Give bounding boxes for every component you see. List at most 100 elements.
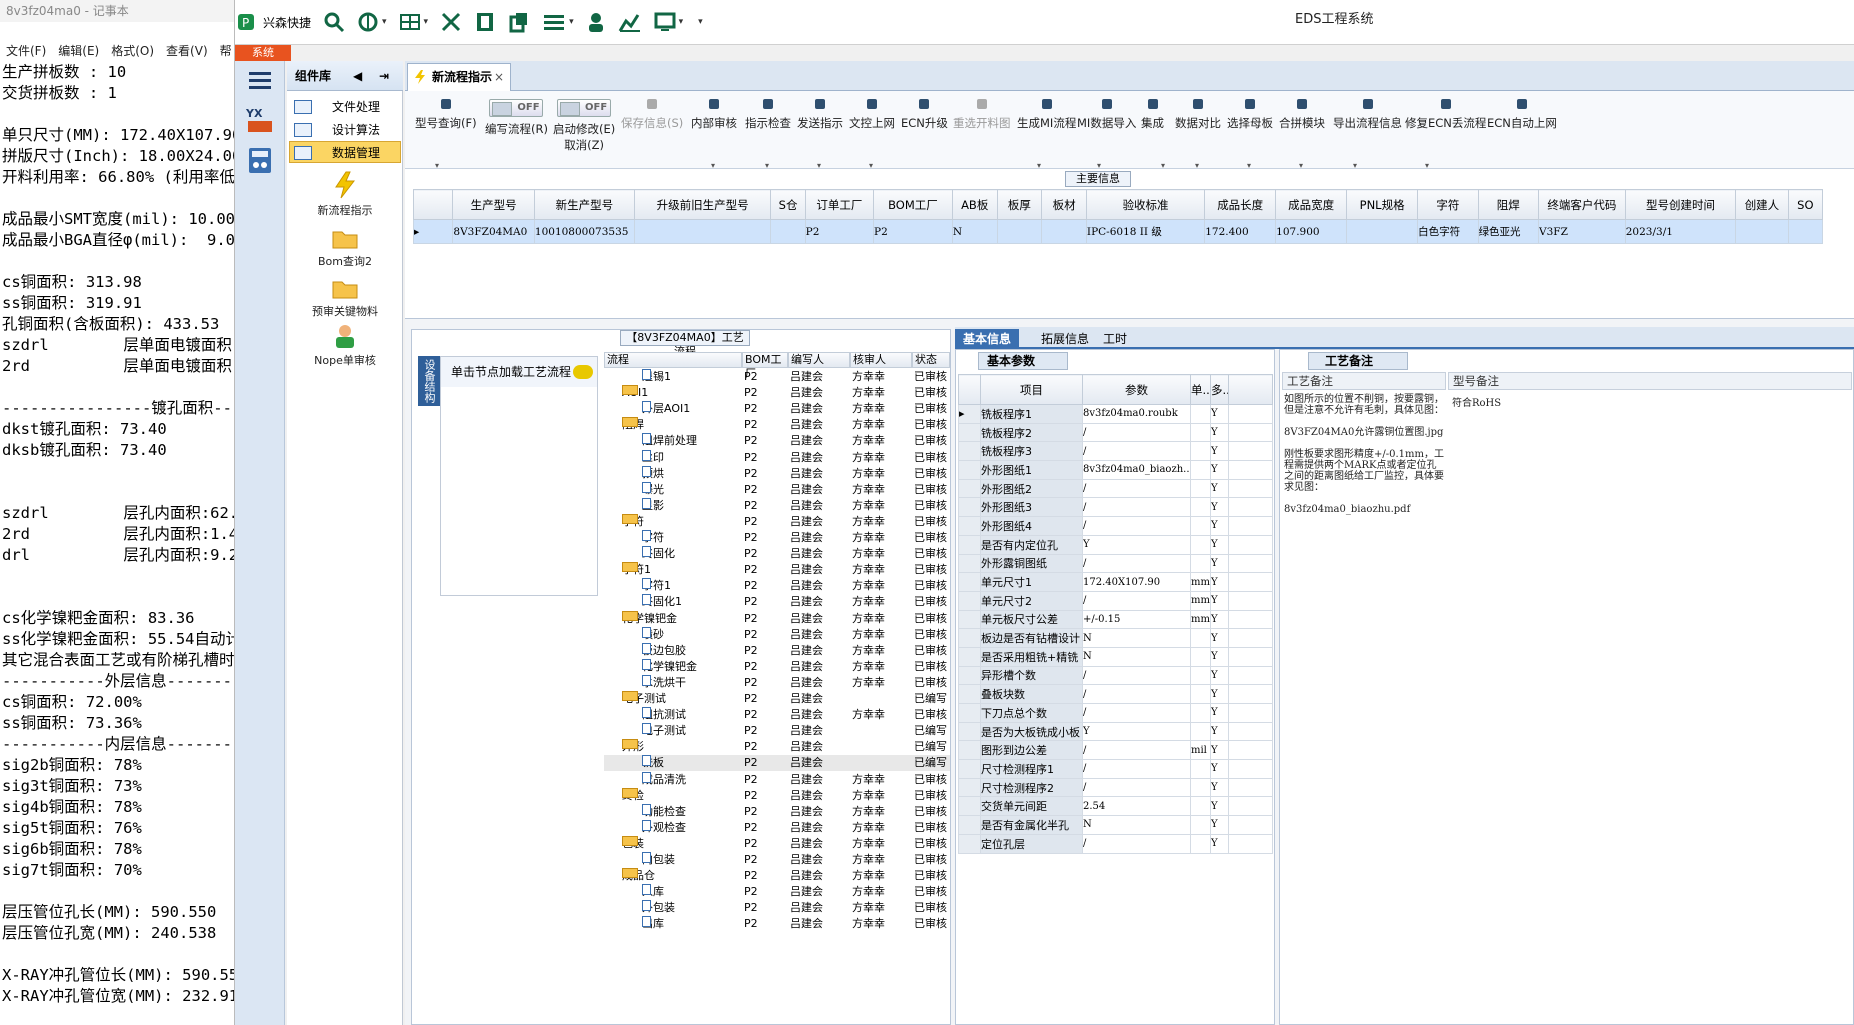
file-processing-button[interactable]: 文件处理	[289, 95, 401, 117]
tree-row[interactable]: 阻焊前处理 P2 吕建会 方幸幸 已审核	[604, 433, 950, 449]
tree-group-row[interactable]: −化学镍钯金P2 吕建会 方幸幸 已审核	[604, 610, 950, 627]
tree-row[interactable]: 入库 P2 吕建会 方幸幸 已审核	[604, 884, 950, 900]
param-value[interactable]: Y	[1082, 534, 1191, 555]
param-value[interactable]: N	[1082, 646, 1191, 667]
ribbon-button[interactable]: 指示检查	[745, 97, 791, 131]
tree-column-header[interactable]: 编写人	[788, 352, 850, 368]
param-value[interactable]: /	[1082, 441, 1191, 462]
param-value[interactable]: /	[1082, 478, 1191, 499]
tree-row[interactable]: 板边包胶 P2 吕建会 方幸幸 已审核	[604, 642, 950, 659]
table-row[interactable]: 单元尺寸1 172.40X107.90 mm Y	[958, 572, 1273, 592]
grid-cell[interactable]	[633, 219, 772, 244]
pin-icon[interactable]: ⇥	[379, 61, 389, 91]
tree-row[interactable]: 出库 P2 吕建会 方幸幸 已审核	[604, 916, 950, 932]
grid-cell[interactable]: 绿色亚光	[1477, 219, 1540, 244]
tree-node[interactable]: 阻焊前处理	[642, 433, 742, 449]
ribbon-button[interactable]: 数据对比	[1175, 97, 1221, 131]
film-icon[interactable]	[474, 11, 496, 33]
table-row[interactable]: 图形到边公差 / mil Y	[958, 740, 1273, 761]
model-memo-text[interactable]: 符合RoHS	[1452, 394, 1501, 409]
table-row[interactable]: 交货单元间距 2.54 Y	[958, 796, 1273, 817]
table-row[interactable]: 是否采用粗铣+精铣 N Y	[958, 646, 1273, 667]
system-tab[interactable]: 系统	[235, 45, 291, 61]
table-row[interactable]: 叠板块数 / Y	[958, 684, 1273, 704]
param-value[interactable]: /	[1082, 740, 1191, 761]
tree-row[interactable]: 曝光 P2 吕建会 方幸幸 已审核	[604, 481, 950, 498]
tree-row[interactable]: 功能检查 P2 吕建会 方幸幸 已审核	[604, 803, 950, 820]
design-algorithm-button[interactable]: 设计算法	[289, 118, 401, 140]
tree-node[interactable]: 板边包胶	[642, 642, 742, 659]
copy-icon[interactable]	[508, 11, 530, 33]
tree-node[interactable]: −外形	[622, 739, 742, 755]
tree-column-header[interactable]: 核审人	[850, 352, 912, 368]
grid-cell[interactable]: V3FZ	[1538, 219, 1626, 244]
tree-node[interactable]: −字符1	[622, 562, 742, 578]
table-row[interactable]: 尺寸检测程序2/ Y	[958, 777, 1273, 798]
list-icon[interactable]: ▾	[542, 12, 574, 32]
column-header[interactable]: 板厚	[996, 189, 1043, 220]
tree-node[interactable]: 外层AOI1	[642, 401, 742, 417]
table-row[interactable]: 板边是否有钻槽设计 N Y	[958, 628, 1273, 648]
column-header[interactable]: 验收标准	[1085, 189, 1206, 220]
ribbon-button[interactable]: 内部审核	[691, 97, 737, 131]
tree-node[interactable]: 内包装	[642, 852, 742, 868]
tree-node[interactable]: 喷砂	[642, 626, 742, 643]
grid-cell[interactable]: P2	[873, 219, 953, 244]
tree-row[interactable]: 显影 P2 吕建会 方幸幸 已审核	[604, 497, 950, 514]
grid-cell[interactable]: IPC-6018 II 级	[1085, 219, 1206, 244]
column-header[interactable]: 生产型号	[452, 189, 535, 220]
column-header[interactable]: 新生产型号	[533, 189, 635, 220]
tree-node[interactable]: 曝光	[642, 481, 742, 498]
tree-node[interactable]: 电子测试	[642, 723, 742, 739]
param-value[interactable]: 2.54	[1082, 796, 1191, 817]
column-header[interactable]: BOM工厂	[873, 189, 953, 220]
search-icon[interactable]	[323, 11, 345, 33]
column-header[interactable]: 多...	[1210, 374, 1229, 405]
tree-node[interactable]: −终检	[622, 787, 742, 804]
tree-row[interactable]: 预烘 P2 吕建会 方幸幸 已审核	[604, 465, 950, 482]
table-row[interactable]: 是否有金属化半孔 N Y	[958, 815, 1273, 835]
param-value[interactable]: +/-0.15	[1082, 609, 1191, 630]
grid-cell[interactable]: P2	[804, 219, 875, 244]
tree-column-header[interactable]: BOM工厂	[742, 352, 788, 380]
tree-group-row[interactable]: −字符P2 吕建会 方幸幸 已审核	[604, 513, 950, 530]
column-header[interactable]: S仓	[770, 189, 806, 220]
notepad-text[interactable]: 生产拼板数 : 10 交货拼板数 : 1 单只尺寸(MM): 172.40X107…	[2, 62, 234, 1007]
tree-node[interactable]: −AOI1	[622, 385, 742, 401]
tree-node[interactable]: 字符	[642, 530, 742, 546]
table-row[interactable]: 外形图纸1 8v3fz04ma0_biaozh... Y	[958, 460, 1273, 480]
ribbon-button[interactable]: 生成MI流程	[1017, 97, 1076, 131]
tree-row[interactable]: 外观检查 P2 吕建会 方幸幸 已审核	[604, 819, 950, 836]
tree-row[interactable]: 退锡1 P2 吕建会 方幸幸 已审核	[604, 369, 950, 385]
tree-node[interactable]: 功能检查	[642, 803, 742, 820]
column-header[interactable]: 成品宽度	[1275, 189, 1348, 220]
nope-review-item[interactable]: Nope单审核	[287, 323, 403, 368]
notepad-menu-item[interactable]: 编辑(E)	[58, 42, 99, 62]
column-header[interactable]: 阻焊	[1477, 189, 1540, 220]
toggle-switch[interactable]: OFF	[489, 99, 544, 117]
tree-row[interactable]: 终固化 P2 吕建会 方幸幸 已审核	[604, 546, 950, 562]
param-value[interactable]: /	[1082, 553, 1191, 574]
toggle-switch[interactable]: OFF	[557, 99, 612, 117]
param-value[interactable]: Y	[1082, 721, 1191, 742]
column-header[interactable]: 字符	[1417, 189, 1479, 220]
tree-node[interactable]: 丝印	[642, 449, 742, 466]
table-row[interactable]: 单元板尺寸公差 +/-0.15 mm Y	[958, 609, 1273, 630]
column-header[interactable]: 项目	[980, 374, 1083, 405]
tab-basic-info[interactable]: 基本信息	[955, 329, 1020, 349]
grid-cell[interactable]	[1041, 219, 1087, 244]
notepad-menu-item[interactable]: 文件(F)	[6, 42, 46, 62]
table-row[interactable]: 尺寸检测程序1/ Y	[958, 759, 1273, 779]
grid-cell[interactable]	[1735, 219, 1789, 244]
tree-row[interactable]: 终固化1 P2 吕建会 方幸幸 已审核	[604, 594, 950, 610]
param-value[interactable]: 8v3fz04ma0.roubk	[1082, 404, 1191, 424]
table-row[interactable]: 外形图纸4/ Y	[958, 516, 1273, 536]
grid-icon[interactable]: ▾	[399, 12, 428, 32]
tree-row[interactable]: 喷砂 P2 吕建会 方幸幸 已审核	[604, 626, 950, 643]
grid-cell[interactable]	[1346, 219, 1419, 244]
tree-node[interactable]: 入库	[642, 884, 742, 900]
grid-cell[interactable]	[1787, 219, 1824, 244]
tree-row[interactable]: 字符 P2 吕建会 方幸幸 已审核	[604, 530, 950, 546]
ribbon-button[interactable]: 集成	[1141, 97, 1164, 131]
pre-review-item[interactable]: 预审关键物料	[287, 276, 403, 319]
